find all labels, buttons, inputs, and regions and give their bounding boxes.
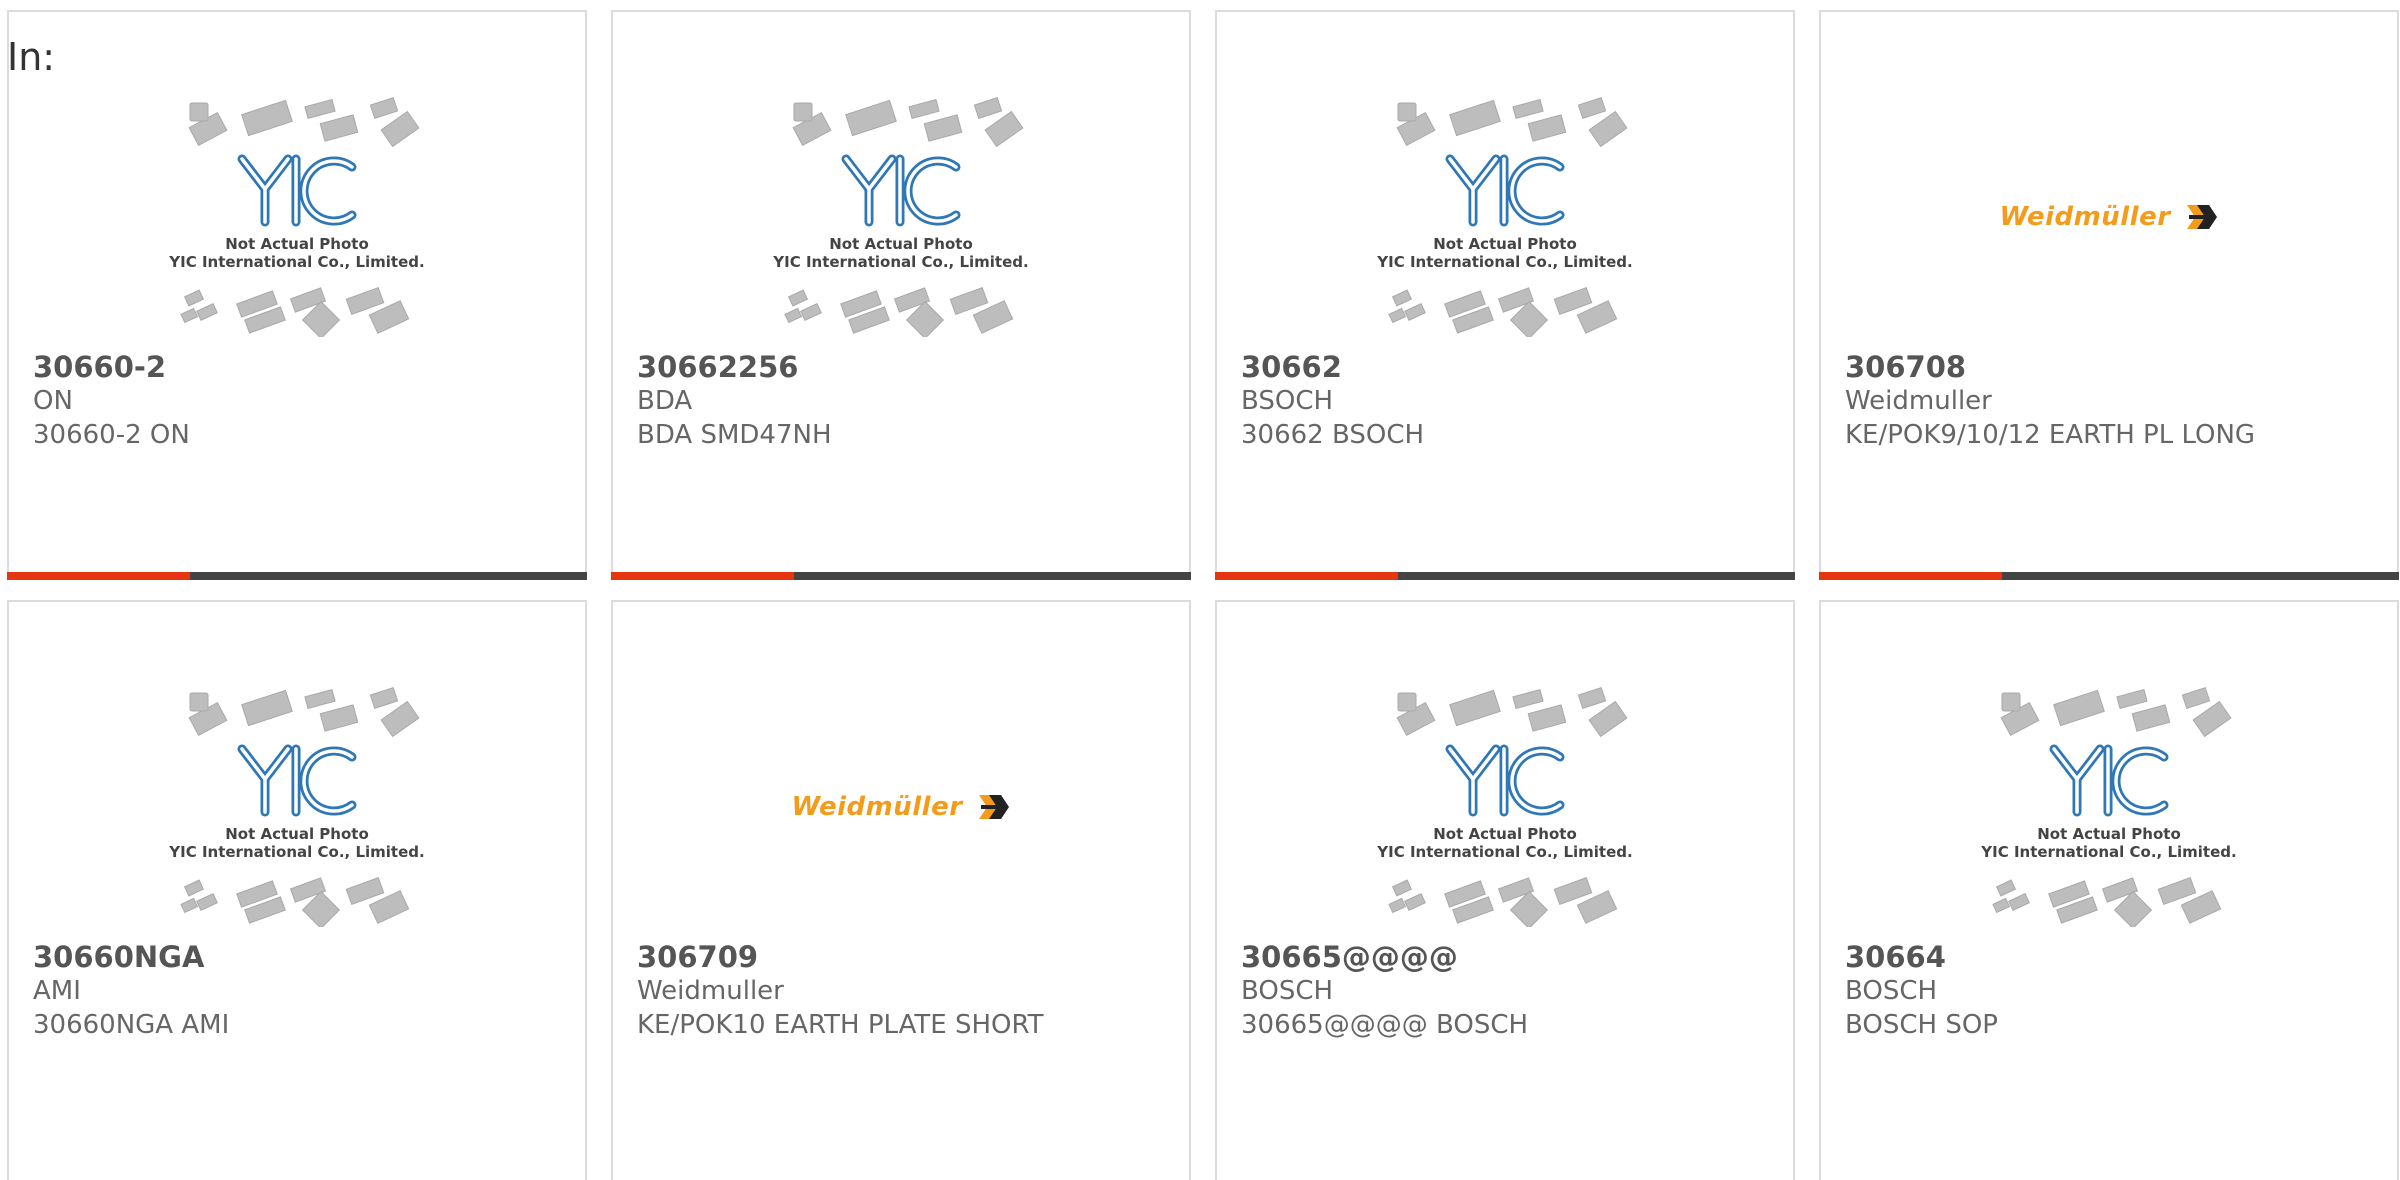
part-number: 30660-2 bbox=[33, 350, 167, 384]
description: KE/POK10 EARTH PLATE SHORT bbox=[637, 1010, 1044, 1040]
product-image: Not Actual Photo YIC International Co., … bbox=[613, 87, 1189, 347]
card-bottom-bar bbox=[611, 572, 1191, 580]
weidmuller-mark-icon bbox=[2186, 205, 2217, 229]
description: BOSCH SOP bbox=[1845, 1010, 1998, 1040]
chip-icons-top bbox=[188, 97, 420, 148]
not-actual-photo-image: Not Actual Photo YIC International Co., … bbox=[1376, 687, 1633, 927]
bar-accent bbox=[611, 572, 794, 580]
card-bottom-bar bbox=[1819, 572, 2399, 580]
manufacturer: BSOCH bbox=[1241, 386, 1334, 416]
not-actual-photo-caption: Not Actual Photo bbox=[1433, 825, 1577, 843]
not-actual-photo-image: Not Actual Photo YIC International Co., … bbox=[168, 687, 425, 927]
description: BDA SMD47NH bbox=[637, 420, 832, 450]
yic-logo-icon bbox=[2049, 744, 2169, 817]
weidmuller-logo: Weidmüller bbox=[791, 792, 1010, 822]
product-card[interactable]: Not Actual Photo YIC International Co., … bbox=[1819, 600, 2399, 1180]
not-actual-photo-image: Not Actual Photo YIC International Co., … bbox=[1980, 687, 2237, 927]
product-card[interactable]: Not Actual Photo YIC International Co., … bbox=[1215, 10, 1795, 580]
product-image: Not Actual Photo YIC International Co., … bbox=[9, 87, 585, 347]
product-card[interactable]: Weidmüller 306709 Weidmuller KE/POK10 EA… bbox=[611, 600, 1191, 1180]
card-bottom-bar bbox=[7, 572, 587, 580]
yic-logo-icon bbox=[1445, 744, 1565, 817]
chip-icons-bottom bbox=[1992, 877, 2222, 927]
card-bottom-bar bbox=[1215, 572, 1795, 580]
chip-icons-bottom bbox=[1388, 287, 1618, 337]
company-caption: YIC International Co., Limited. bbox=[168, 253, 424, 271]
product-card[interactable]: Not Actual Photo YIC International Co., … bbox=[7, 600, 587, 1180]
chip-icons-bottom bbox=[180, 877, 410, 927]
chip-icons-top bbox=[1396, 97, 1628, 148]
part-number: 306708 bbox=[1845, 350, 1967, 384]
product-image: Weidmüller bbox=[613, 677, 1189, 937]
part-number: 30662 bbox=[1241, 350, 1342, 384]
weidmuller-logo-text: Weidmüller bbox=[1999, 202, 2171, 232]
description: 30665@@@@ BOSCH bbox=[1241, 1010, 1529, 1040]
description: KE/POK9/10/12 EARTH PL LONG bbox=[1845, 420, 2256, 450]
product-card[interactable]: Not Actual Photo YIC International Co., … bbox=[7, 10, 587, 580]
manufacturer: Weidmuller bbox=[1845, 386, 1992, 416]
manufacturer: ON bbox=[33, 386, 73, 416]
company-caption: YIC International Co., Limited. bbox=[1376, 843, 1632, 861]
product-card[interactable]: Weidmüller 306708 Weidmuller KE/POK9/10/… bbox=[1819, 10, 2399, 580]
part-number: 306709 bbox=[637, 940, 759, 974]
manufacturer: Weidmuller bbox=[637, 976, 784, 1006]
yic-logo-icon bbox=[1445, 154, 1565, 227]
chip-icons-top bbox=[792, 97, 1024, 148]
chip-icons-top bbox=[2000, 687, 2232, 738]
not-actual-photo-caption: Not Actual Photo bbox=[2037, 825, 2181, 843]
yic-logo-icon bbox=[237, 744, 357, 817]
product-image: Not Actual Photo YIC International Co., … bbox=[9, 677, 585, 937]
product-card[interactable]: Not Actual Photo YIC International Co., … bbox=[1215, 600, 1795, 1180]
not-actual-photo-image: Not Actual Photo YIC International Co., … bbox=[1376, 97, 1633, 337]
part-number: 30664 bbox=[1845, 940, 1946, 974]
weidmuller-logo: Weidmüller bbox=[1999, 202, 2218, 232]
company-caption: YIC International Co., Limited. bbox=[772, 253, 1028, 271]
manufacturer: BOSCH bbox=[1241, 976, 1334, 1006]
manufacturer: AMI bbox=[33, 976, 81, 1006]
product-image: Not Actual Photo YIC International Co., … bbox=[1217, 677, 1793, 937]
description: 30662 BSOCH bbox=[1241, 420, 1425, 450]
product-image: Not Actual Photo YIC International Co., … bbox=[1217, 87, 1793, 347]
not-actual-photo-caption: Not Actual Photo bbox=[1433, 235, 1577, 253]
bar-accent bbox=[7, 572, 190, 580]
description: 30660NGA AMI bbox=[33, 1010, 230, 1040]
description: 30660-2 ON bbox=[33, 420, 190, 450]
company-caption: YIC International Co., Limited. bbox=[168, 843, 424, 861]
product-image: Weidmüller bbox=[1821, 87, 2397, 347]
company-caption: YIC International Co., Limited. bbox=[1376, 253, 1632, 271]
in-label: In: bbox=[7, 35, 56, 79]
bar-accent bbox=[1215, 572, 1398, 580]
weidmuller-logo-text: Weidmüller bbox=[791, 792, 963, 822]
company-caption: YIC International Co., Limited. bbox=[1980, 843, 2236, 861]
chip-icons-bottom bbox=[784, 287, 1014, 337]
manufacturer: BDA bbox=[637, 386, 693, 416]
not-actual-photo-image: Not Actual Photo YIC International Co., … bbox=[168, 97, 425, 337]
not-actual-photo-caption: Not Actual Photo bbox=[225, 235, 369, 253]
bar-accent bbox=[1819, 572, 2002, 580]
yic-logo-icon bbox=[841, 154, 961, 227]
not-actual-photo-image: Not Actual Photo YIC International Co., … bbox=[772, 97, 1029, 337]
manufacturer: BOSCH bbox=[1845, 976, 1938, 1006]
product-image: Not Actual Photo YIC International Co., … bbox=[1821, 677, 2397, 937]
not-actual-photo-caption: Not Actual Photo bbox=[225, 825, 369, 843]
weidmuller-mark-icon bbox=[978, 795, 1009, 819]
part-number: 30660NGA bbox=[33, 940, 205, 974]
chip-icons-bottom bbox=[1388, 877, 1618, 927]
product-card[interactable]: Not Actual Photo YIC International Co., … bbox=[611, 10, 1191, 580]
chip-icons-top bbox=[1396, 687, 1628, 738]
chip-icons-bottom bbox=[180, 287, 410, 337]
part-number: 30665@@@@ bbox=[1241, 940, 1458, 974]
not-actual-photo-caption: Not Actual Photo bbox=[829, 235, 973, 253]
chip-icons-top bbox=[188, 687, 420, 738]
part-number: 30662256 bbox=[637, 350, 799, 384]
yic-logo-icon bbox=[237, 154, 357, 227]
